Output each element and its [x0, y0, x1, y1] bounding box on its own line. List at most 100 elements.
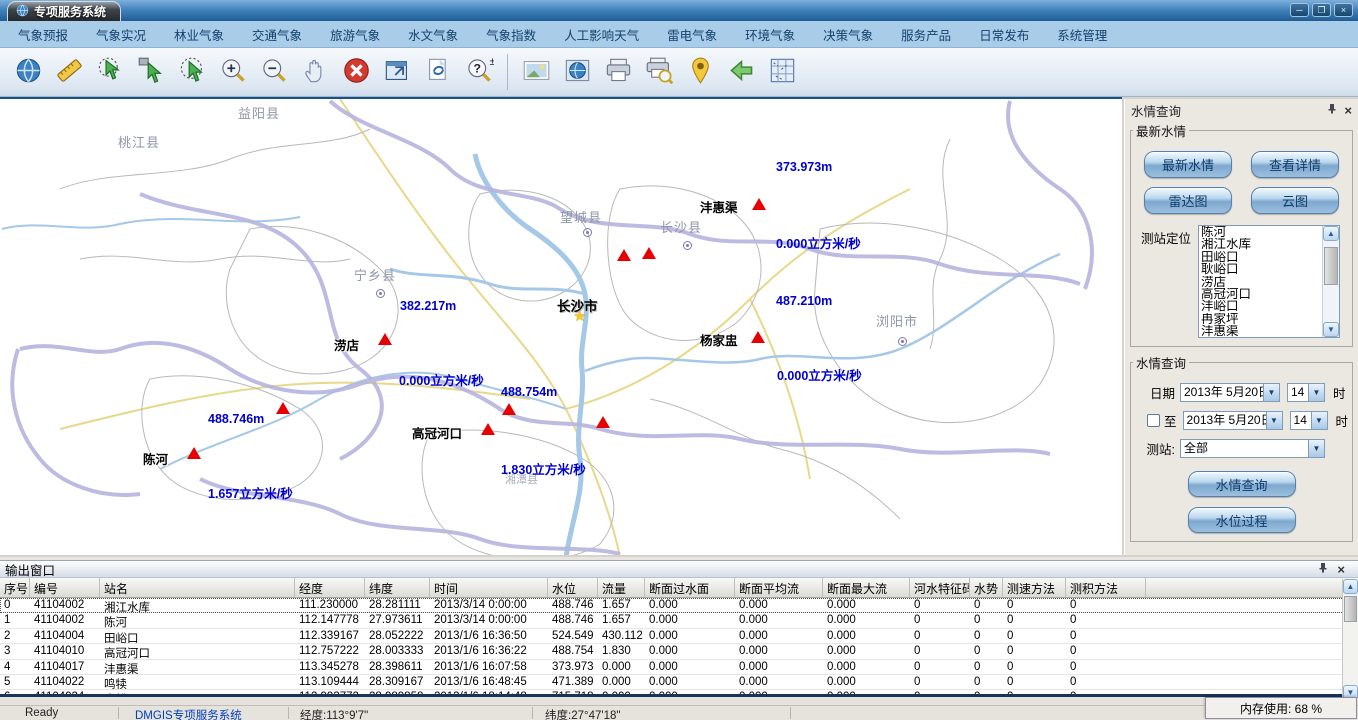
menu-item-日常发布[interactable]: 日常发布 [965, 25, 1043, 44]
column-header-5[interactable]: 纬度 [365, 578, 430, 597]
table-row[interactable]: 441104017沣惠渠113.34527828.3986112013/1/6 … [0, 660, 1358, 675]
table-row[interactable]: 641104024库峪口112.99377228.9898582013/1/6 … [0, 690, 1358, 697]
menu-item-决策气象[interactable]: 决策气象 [809, 25, 887, 44]
toolbar-button-cancel-icon[interactable] [338, 53, 374, 91]
scroll-up-icon[interactable]: ▲ [1323, 226, 1339, 241]
table-row[interactable]: 041104002湘江水库111.23000028.2811112013/3/1… [0, 598, 1358, 613]
pin-icon[interactable] [1318, 562, 1328, 577]
menu-item-服务产品[interactable]: 服务产品 [887, 25, 965, 44]
station-list-item[interactable]: 陈河 [1201, 226, 1322, 238]
station-list-item[interactable]: 田峪口 [1201, 251, 1322, 263]
date-from-select[interactable]: 2013年 5月20日▼ [1180, 383, 1280, 402]
station-list-item[interactable]: 沣峪口 [1201, 300, 1322, 312]
menu-item-环境气象[interactable]: 环境气象 [731, 25, 809, 44]
station-triangle-marker[interactable] [276, 402, 290, 414]
latest-water-button[interactable]: 最新水情 [1144, 151, 1232, 178]
water-query-button[interactable]: 水情查询 [1188, 471, 1296, 497]
column-header-3[interactable]: 站名 [100, 578, 295, 597]
dropdown-arrow-icon[interactable]: ▼ [1308, 384, 1324, 401]
toolbar-button-zoom-out-icon[interactable] [256, 53, 292, 91]
toolbar-button-globe-icon[interactable] [10, 53, 46, 91]
toolbar-button-globe-view-icon[interactable] [559, 53, 595, 91]
station-list-item[interactable]: 沣惠渠 [1201, 325, 1322, 337]
toolbar-button-zoom-in-icon[interactable] [215, 53, 251, 91]
map-canvas[interactable]: 益阳县桃江县宁乡县望城县长沙县浏阳市湘潭县长沙市★陈河涝店高冠河口沣惠渠杨家盅3… [0, 97, 1122, 555]
maximize-button[interactable]: ❐ [1312, 3, 1331, 17]
panel-close-icon[interactable]: × [1344, 105, 1352, 116]
menu-item-系统管理[interactable]: 系统管理 [1043, 25, 1121, 44]
toolbar-button-pan-icon[interactable] [297, 53, 333, 91]
station-list-item[interactable]: 涝店 [1201, 276, 1322, 288]
station-triangle-marker[interactable] [596, 416, 610, 428]
station-list-item[interactable]: 高冠河口 [1201, 288, 1322, 300]
hour-to-select[interactable]: 14▼ [1290, 411, 1328, 430]
water-level-process-button[interactable]: 水位过程 [1188, 507, 1296, 533]
toolbar-button-locate-pin-icon[interactable] [682, 53, 718, 91]
minimize-button[interactable]: ─ [1290, 3, 1309, 17]
to-date-checkbox[interactable] [1147, 414, 1160, 427]
hour-from-select[interactable]: 14▼ [1287, 383, 1325, 402]
scroll-down-icon[interactable]: ▼ [1323, 322, 1339, 337]
menu-item-交通气象[interactable]: 交通气象 [238, 25, 316, 44]
menu-item-人工影响天气[interactable]: 人工影响天气 [550, 25, 653, 44]
radar-chart-button[interactable]: 雷达图 [1144, 187, 1232, 214]
toolbar-button-grid-map-icon[interactable] [764, 53, 800, 91]
station-triangle-marker[interactable] [642, 247, 656, 259]
column-header-7[interactable]: 水位 [548, 578, 598, 597]
toolbar-button-back-arrow-icon[interactable] [723, 53, 759, 91]
menu-item-林业气象[interactable]: 林业气象 [160, 25, 238, 44]
toolbar-button-window-extent-icon[interactable] [379, 53, 415, 91]
station-list-item[interactable]: 冉家坪 [1201, 313, 1322, 325]
dropdown-arrow-icon[interactable]: ▼ [1266, 412, 1282, 429]
station-triangle-marker[interactable] [617, 249, 631, 261]
station-triangle-marker[interactable] [481, 423, 495, 435]
station-list-item[interactable]: 湘江水库 [1201, 238, 1322, 250]
column-header-14[interactable]: 测速方法 [1003, 578, 1066, 597]
toolbar-button-print-icon[interactable] [600, 53, 636, 91]
menu-item-旅游气象[interactable]: 旅游气象 [316, 25, 394, 44]
column-header-11[interactable]: 断面最大流 [823, 578, 910, 597]
station-triangle-marker[interactable] [752, 198, 766, 210]
toolbar-button-image-icon[interactable] [518, 53, 554, 91]
column-header-4[interactable]: 经度 [295, 578, 365, 597]
station-triangle-marker[interactable] [378, 333, 392, 345]
listbox-scrollbar[interactable]: ▲ ▼ [1322, 226, 1339, 337]
station-select[interactable]: 全部▼ [1180, 439, 1325, 458]
date-to-select[interactable]: 2013年 5月20日▼ [1183, 411, 1283, 430]
dropdown-arrow-icon[interactable]: ▼ [1308, 440, 1324, 457]
pin-icon[interactable] [1327, 103, 1337, 118]
table-row[interactable]: 141104002陈河112.14777827.9736112013/3/14 … [0, 613, 1358, 628]
toolbar-button-print-preview-icon[interactable] [641, 53, 677, 91]
close-button[interactable]: × [1334, 3, 1353, 17]
toolbar-button-select-features-icon[interactable] [92, 53, 128, 91]
table-row[interactable]: 541104022鸣犊113.10944428.3091672013/1/6 1… [0, 675, 1358, 690]
column-header-8[interactable]: 流量 [598, 578, 645, 597]
scroll-thumb[interactable] [1344, 596, 1357, 622]
column-header-6[interactable]: 时间 [430, 578, 548, 597]
station-triangle-marker[interactable] [502, 403, 516, 415]
table-row[interactable]: 241104004田峪口112.33916728.0522222013/1/6 … [0, 629, 1358, 644]
cloud-image-button[interactable]: 云图 [1251, 187, 1339, 214]
dropdown-arrow-icon[interactable]: ▼ [1263, 384, 1279, 401]
station-listbox[interactable]: 陈河湘江水库田峪口耿峪口涝店高冠河口沣峪口冉家坪沣惠渠 ▲ ▼ [1198, 225, 1340, 338]
scroll-thumb[interactable] [1324, 247, 1338, 285]
output-close-icon[interactable]: × [1337, 564, 1345, 575]
toolbar-button-identify-icon[interactable]: ?± [461, 53, 497, 91]
column-header-1[interactable]: 序号 [0, 578, 30, 597]
column-header-13[interactable]: 水势 [970, 578, 1003, 597]
table-scrollbar[interactable]: ▲ ▼ [1342, 579, 1358, 700]
column-header-12[interactable]: 河水特征码 [910, 578, 970, 597]
menu-item-雷电气象[interactable]: 雷电气象 [653, 25, 731, 44]
column-header-10[interactable]: 断面平均流 [735, 578, 823, 597]
view-details-button[interactable]: 查看详情 [1251, 151, 1339, 178]
toolbar-button-select-arrow-icon[interactable] [133, 53, 169, 91]
menu-item-气象实况[interactable]: 气象实况 [82, 25, 160, 44]
menu-item-水文气象[interactable]: 水文气象 [394, 25, 472, 44]
station-list-item[interactable]: 耿峪口 [1201, 263, 1322, 275]
column-header-15[interactable]: 测积方法 [1066, 578, 1146, 597]
menu-item-气象指数[interactable]: 气象指数 [472, 25, 550, 44]
toolbar-button-select-lasso-icon[interactable] [174, 53, 210, 91]
toolbar-button-measure-icon[interactable] [51, 53, 87, 91]
scroll-up-icon[interactable]: ▲ [1343, 579, 1358, 594]
station-triangle-marker[interactable] [751, 331, 765, 343]
